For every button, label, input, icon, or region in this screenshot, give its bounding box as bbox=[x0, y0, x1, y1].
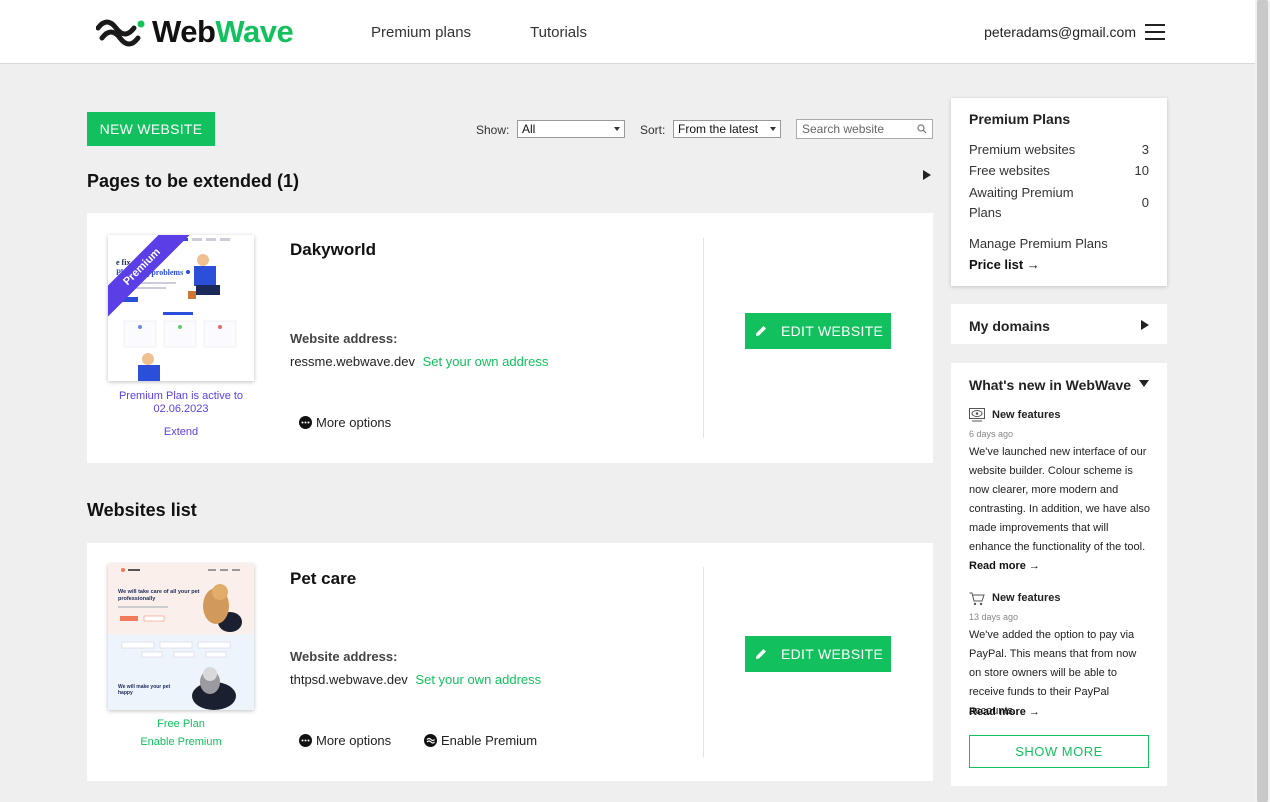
card-divider bbox=[703, 238, 704, 438]
show-select-value: All bbox=[522, 122, 536, 136]
show-more-button[interactable]: SHOW MORE bbox=[969, 735, 1149, 768]
svg-text:We will take care of all your: We will take care of all your pet bbox=[118, 589, 200, 595]
enable-premium-label: Enable Premium bbox=[441, 733, 538, 748]
whats-new-panel: What's new in WebWave New features 6 day… bbox=[951, 363, 1167, 786]
website-card-pet-care: We will take care of all your pet profes… bbox=[87, 543, 933, 781]
set-own-address-link[interactable]: Set your own address bbox=[415, 672, 541, 687]
page-scrollbar-thumb[interactable] bbox=[1257, 0, 1268, 802]
card-divider bbox=[703, 567, 704, 757]
price-list-label: Price list → bbox=[969, 257, 1040, 272]
free-websites-count: 10 bbox=[1134, 163, 1149, 178]
show-label: Show: bbox=[476, 123, 510, 137]
edit-website-button[interactable]: EDIT WEBSITE bbox=[745, 313, 891, 349]
expand-arrow-icon[interactable] bbox=[1141, 320, 1149, 330]
enable-premium-link[interactable]: Enable Premium bbox=[87, 736, 275, 749]
collapse-arrow-icon[interactable] bbox=[1139, 380, 1149, 387]
extend-link[interactable]: Extend bbox=[87, 426, 275, 439]
whats-new-title[interactable]: What's new in WebWave bbox=[969, 377, 1131, 393]
free-websites-label: Free websites bbox=[969, 163, 1050, 178]
awaiting-premium-count: 0 bbox=[1141, 195, 1149, 210]
premium-wave-icon bbox=[424, 734, 437, 747]
address-label: Website address: bbox=[290, 331, 398, 346]
premium-websites-row: Premium websites 3 bbox=[969, 142, 1149, 157]
edit-website-button[interactable]: EDIT WEBSITE bbox=[745, 636, 891, 672]
sort-label: Sort: bbox=[640, 123, 666, 137]
site-address[interactable]: thtpsd.webwave.dev bbox=[290, 672, 408, 687]
plan-status: Premium Plan is active to 02.06.2023 bbox=[118, 390, 244, 415]
svg-text:professionally: professionally bbox=[118, 596, 156, 602]
read-more-link[interactable]: Read more → bbox=[969, 706, 1040, 718]
premium-websites-label: Premium websites bbox=[969, 142, 1076, 157]
set-own-address-link[interactable]: Set your own address bbox=[423, 354, 549, 369]
premium-ribbon-label: Premium bbox=[108, 235, 191, 318]
address-label: Website address: bbox=[290, 649, 398, 664]
read-more-link[interactable]: Read more → bbox=[969, 560, 1040, 572]
search-icon[interactable] bbox=[917, 124, 927, 134]
my-domains-title: My domains bbox=[969, 318, 1050, 334]
news-item-title[interactable]: New features bbox=[992, 592, 1060, 604]
thumbnail-preview-image: We will take care of all your pet profes… bbox=[108, 564, 254, 710]
awaiting-premium-label: Awaiting Premium Plans bbox=[969, 185, 1074, 220]
site-address[interactable]: ressme.webwave.dev bbox=[290, 354, 415, 369]
wave-logo-icon bbox=[96, 19, 145, 47]
pages-to-extend-title: Pages to be extended (1) bbox=[87, 171, 300, 191]
new-website-button[interactable]: NEW WEBSITE bbox=[87, 112, 215, 146]
nav-tutorials[interactable]: Tutorials bbox=[530, 24, 587, 41]
sort-select-value: From the latest bbox=[678, 122, 759, 136]
logo-text: WebWave bbox=[152, 14, 294, 49]
show-select[interactable]: All bbox=[517, 120, 625, 138]
top-header: WebWave Premium plans Tutorials peterada… bbox=[0, 0, 1255, 64]
hamburger-menu-icon[interactable] bbox=[1145, 24, 1165, 40]
address-row: thtpsd.webwave.dev Set your own address bbox=[290, 672, 541, 687]
edit-website-label: EDIT WEBSITE bbox=[781, 323, 884, 339]
plan-status: Free Plan bbox=[157, 718, 205, 730]
premium-plans-panel: Premium Plans Premium websites 3 Free we… bbox=[951, 98, 1167, 286]
manage-premium-label: Manage Premium Plans bbox=[969, 236, 1108, 251]
pencil-icon bbox=[756, 649, 766, 659]
news-item-date: 13 days ago bbox=[969, 612, 1019, 622]
more-options-button[interactable]: More options bbox=[299, 733, 391, 748]
chevron-down-icon bbox=[614, 127, 620, 131]
premium-websites-count: 3 bbox=[1141, 142, 1149, 157]
more-dots-icon bbox=[299, 734, 312, 747]
address-row: ressme.webwave.dev Set your own address bbox=[290, 354, 548, 369]
free-websites-row: Free websites 10 bbox=[969, 163, 1149, 178]
eye-icon bbox=[969, 408, 985, 422]
premium-ribbon: Premium bbox=[108, 235, 191, 318]
websites-list-title: Websites list bbox=[87, 500, 197, 520]
news-item-body: We've launched new interface of our webs… bbox=[969, 446, 1151, 553]
webwave-logo[interactable]: WebWave bbox=[96, 14, 294, 50]
site-name[interactable]: Dakyworld bbox=[290, 240, 376, 260]
more-options-button[interactable]: More options bbox=[299, 415, 391, 430]
news-item-date: 6 days ago bbox=[969, 429, 1014, 439]
website-card-dakyworld: e fix all your Plumbing problems Premium… bbox=[87, 213, 933, 463]
search-placeholder: Search website bbox=[802, 122, 885, 136]
site-name[interactable]: Pet care bbox=[290, 569, 356, 589]
website-thumbnail[interactable]: We will take care of all your pet profes… bbox=[108, 564, 254, 710]
premium-plans-title: Premium Plans bbox=[969, 111, 1071, 127]
more-options-label: More options bbox=[316, 733, 392, 748]
news-item-title[interactable]: New features bbox=[992, 409, 1060, 421]
nav-premium-plans[interactable]: Premium plans bbox=[371, 24, 471, 41]
price-list-link[interactable]: Price list → bbox=[969, 257, 1149, 272]
expand-arrow-icon[interactable] bbox=[923, 170, 931, 180]
search-input[interactable]: Search website bbox=[796, 119, 933, 139]
more-dots-icon bbox=[299, 416, 312, 429]
svg-text:happy: happy bbox=[118, 690, 133, 696]
sort-select[interactable]: From the latest bbox=[673, 120, 781, 138]
my-domains-panel[interactable]: My domains bbox=[951, 304, 1167, 344]
chevron-down-icon bbox=[770, 127, 776, 131]
enable-premium-button[interactable]: Enable Premium bbox=[424, 733, 537, 748]
cart-icon bbox=[969, 592, 985, 606]
more-options-label: More options bbox=[316, 415, 392, 430]
pencil-icon bbox=[756, 326, 766, 336]
edit-website-label: EDIT WEBSITE bbox=[781, 646, 884, 662]
manage-premium-link[interactable]: Manage Premium Plans bbox=[969, 236, 1149, 251]
awaiting-premium-row: Awaiting Premium Plans 0 bbox=[969, 183, 1149, 223]
website-thumbnail[interactable]: e fix all your Plumbing problems Premium bbox=[108, 235, 254, 381]
user-email[interactable]: peteradams@gmail.com bbox=[984, 24, 1136, 40]
